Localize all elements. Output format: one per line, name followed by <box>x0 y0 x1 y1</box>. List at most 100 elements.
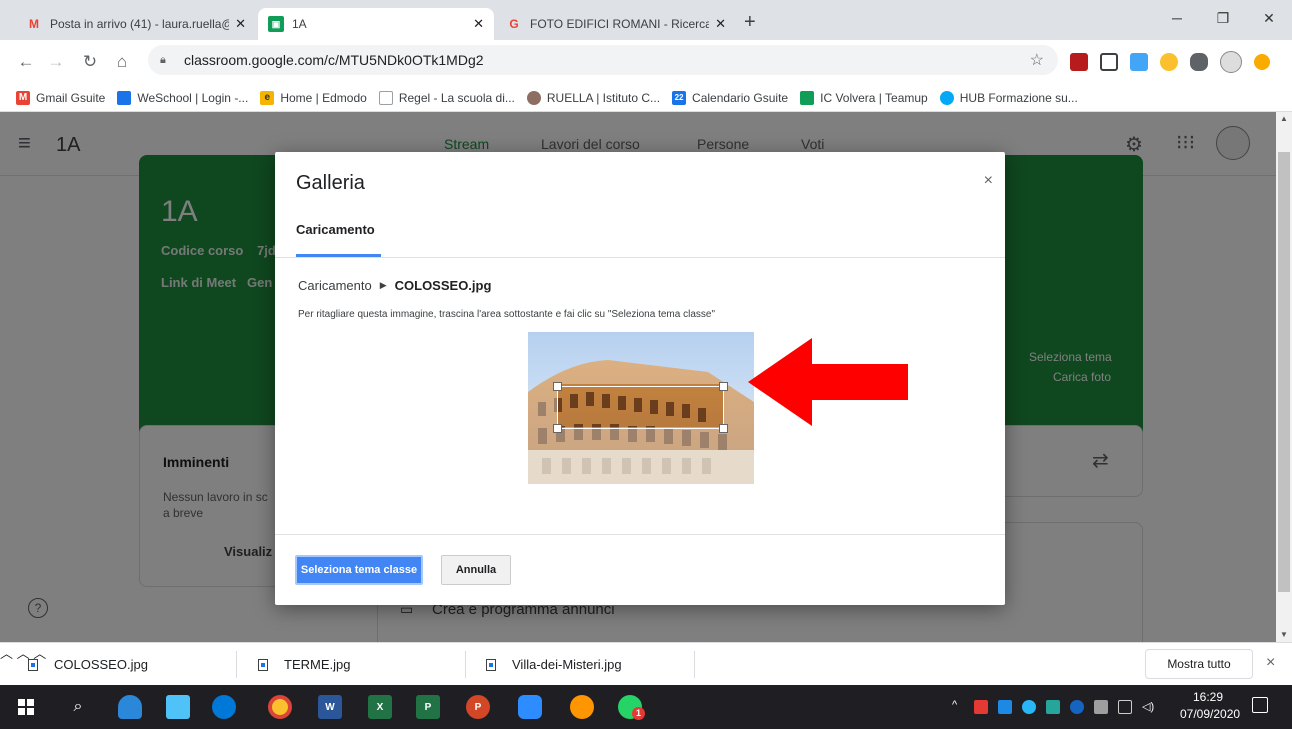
grid-extension-icon[interactable] <box>1100 53 1118 71</box>
weschool-icon <box>117 90 132 105</box>
download-filename: TERME.jpg <box>284 657 351 672</box>
page-scrollbar[interactable]: ▲ ▼ <box>1276 112 1292 642</box>
tray-app-icon[interactable] <box>1046 700 1060 714</box>
breadcrumb-file: COLOSSEO.jpg <box>394 278 492 293</box>
divider <box>275 534 1005 535</box>
back-icon[interactable]: ← <box>14 50 38 74</box>
pdf-extension-icon[interactable] <box>1070 53 1088 71</box>
notifications-icon[interactable] <box>1252 697 1268 713</box>
publisher-icon[interactable]: P <box>416 695 440 719</box>
powerpoint-icon[interactable]: P <box>466 695 490 719</box>
bookmark-edmodo[interactable]: e Home | Edmodo <box>260 90 367 105</box>
bluetooth-icon[interactable] <box>1070 700 1084 714</box>
bookmark-calendar[interactable]: 22 Calendario Gsuite <box>672 90 788 105</box>
restore-icon[interactable]: ❐ <box>1200 6 1246 30</box>
tray-expand-icon[interactable]: ^ <box>952 699 957 711</box>
chevron-up-icon[interactable]: ︿ <box>0 646 13 661</box>
firefox-icon[interactable] <box>570 695 594 719</box>
bookmark-star-icon[interactable]: ☆ <box>1030 50 1044 70</box>
clock[interactable]: 16:29 07/09/2020 <box>1180 689 1240 723</box>
bookmark-label: WeSchool | Login -... <box>137 90 249 105</box>
tab-gmail[interactable]: M Posta in arrivo (41) - laura.ruella@ ✕ <box>16 8 256 40</box>
new-tab-button[interactable]: + <box>744 12 756 32</box>
windows-start-icon[interactable] <box>14 695 38 719</box>
show-all-button[interactable]: Mostra tutto <box>1145 649 1253 679</box>
file-icon <box>258 658 268 671</box>
update-alert-icon[interactable] <box>1254 54 1270 70</box>
download-item[interactable]: Villa-dei-Misteri.jpg <box>486 643 622 686</box>
zoom-icon[interactable] <box>518 695 542 719</box>
bookmark-weschool[interactable]: WeSchool | Login -... <box>117 90 249 105</box>
close-window-icon[interactable]: ✕ <box>1246 6 1292 30</box>
tab-google-search[interactable]: G FOTO EDIFICI ROMANI - Ricerca ✕ <box>496 8 736 40</box>
crop-instruction: Per ritagliare questa immagine, trascina… <box>298 309 715 320</box>
crop-handle-bottom-right[interactable] <box>719 424 728 433</box>
tray-app-icon[interactable] <box>1022 700 1036 714</box>
file-icon <box>28 658 38 671</box>
edge-icon[interactable] <box>212 695 236 719</box>
divider <box>465 651 466 678</box>
bookmark-gmail[interactable]: M Gmail Gsuite <box>16 90 105 105</box>
scroll-down-icon[interactable]: ▼ <box>1280 630 1288 639</box>
lock-icon: 🔒︎ <box>160 53 166 66</box>
hub-icon <box>939 90 954 105</box>
crop-handle-top-left[interactable] <box>553 382 562 391</box>
chrome-icon[interactable] <box>268 695 292 719</box>
address-bar[interactable]: 🔒︎ classroom.google.com/c/MTU5NDk0OTk1MD… <box>148 45 1058 75</box>
bookmark-label: IC Volvera | Teamup <box>820 90 928 105</box>
display-icon[interactable] <box>1118 700 1132 714</box>
download-item[interactable]: COLOSSEO.jpg <box>28 643 148 686</box>
profile-avatar[interactable] <box>1220 51 1242 73</box>
crop-handle-bottom-left[interactable] <box>553 424 562 433</box>
tab-title: FOTO EDIFICI ROMANI - Ricerca <box>530 17 710 31</box>
hand-extension-icon[interactable] <box>1160 53 1178 71</box>
calendar-icon: 22 <box>672 90 687 105</box>
bookmark-hub[interactable]: HUB Formazione su... <box>939 90 1078 105</box>
forward-icon[interactable]: → <box>44 50 68 74</box>
tab-caricamento[interactable]: Caricamento <box>296 222 375 237</box>
crop-selection[interactable] <box>553 382 728 433</box>
app-icon-contacts[interactable] <box>166 695 190 719</box>
page-icon <box>378 90 393 105</box>
extensions-puzzle-icon[interactable] <box>1190 53 1208 71</box>
teamup-icon <box>800 90 815 105</box>
search-icon[interactable]: ⌕ <box>66 695 90 719</box>
scroll-up-icon[interactable]: ▲ <box>1280 114 1288 123</box>
excel-icon[interactable]: X <box>368 695 392 719</box>
close-tab-icon[interactable]: ✕ <box>473 16 484 32</box>
edit-extension-icon[interactable] <box>1130 53 1148 71</box>
dialog-title: Galleria <box>296 172 365 194</box>
app-icon-person[interactable] <box>118 695 142 719</box>
tray-app-icon[interactable] <box>998 700 1012 714</box>
google-icon: G <box>509 17 519 31</box>
close-icon[interactable]: × <box>984 172 993 190</box>
breadcrumb-root[interactable]: Caricamento <box>298 278 372 293</box>
cancel-button[interactable]: Annulla <box>441 555 511 585</box>
bookmark-ruella[interactable]: RUELLA | Istituto C... <box>526 90 661 105</box>
select-class-theme-button[interactable]: Seleziona tema classe <box>295 555 423 585</box>
reload-icon[interactable]: ↻ <box>78 50 102 74</box>
bookmark-regel[interactable]: Regel - La scuola di... <box>378 90 515 105</box>
crop-handle-top-right[interactable] <box>719 382 728 391</box>
volume-icon[interactable]: ◁) <box>1142 700 1156 714</box>
download-item[interactable]: TERME.jpg <box>258 643 350 686</box>
breadcrumb: Caricamento ▶ COLOSSEO.jpg <box>298 278 491 293</box>
home-icon[interactable]: ⌂ <box>110 50 134 74</box>
close-tab-icon[interactable]: ✕ <box>715 16 726 32</box>
scrollbar-thumb[interactable] <box>1278 152 1290 592</box>
whatsapp-icon[interactable]: 1 <box>618 695 645 720</box>
divider <box>275 257 1005 258</box>
tray-app-icon[interactable] <box>974 700 988 714</box>
close-tab-icon[interactable]: ✕ <box>235 16 246 32</box>
tab-title: Posta in arrivo (41) - laura.ruella@ <box>50 17 230 31</box>
gmail-icon: M <box>16 90 30 105</box>
tab-strip: M Posta in arrivo (41) - laura.ruella@ ✕… <box>0 0 1292 40</box>
close-downloads-icon[interactable]: × <box>1266 654 1275 672</box>
school-icon <box>526 90 541 105</box>
word-icon[interactable]: W <box>318 695 342 719</box>
tab-classroom[interactable]: ▣ 1A ✕ <box>258 8 494 40</box>
network-icon[interactable] <box>1094 700 1108 714</box>
minimize-icon[interactable]: ─ <box>1154 6 1200 30</box>
bookmark-teamup[interactable]: IC Volvera | Teamup <box>800 90 928 105</box>
bookmark-label: RUELLA | Istituto C... <box>546 90 661 105</box>
